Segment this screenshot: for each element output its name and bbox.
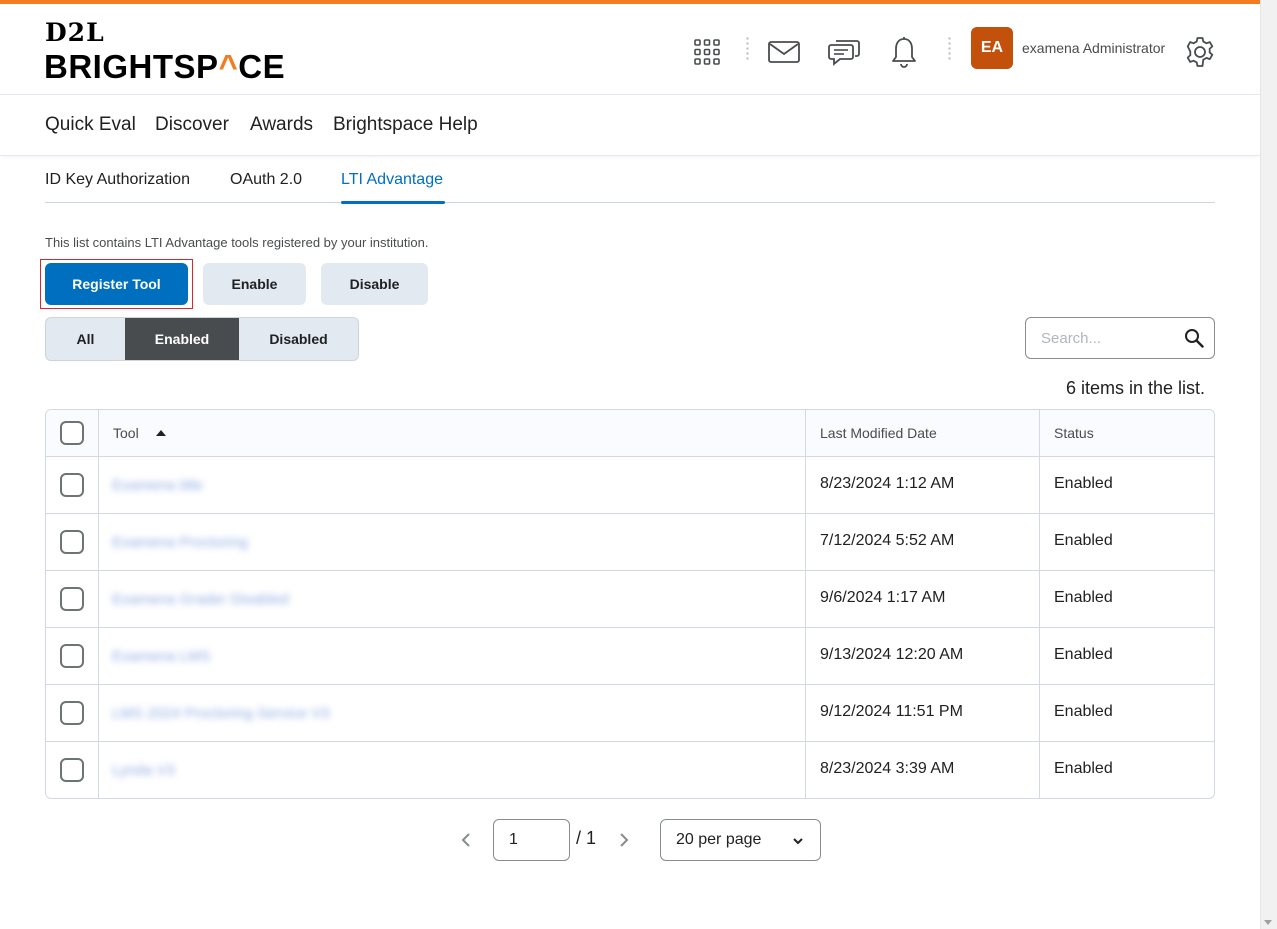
status-value: Enabled bbox=[1054, 589, 1113, 606]
column-header-status[interactable]: Status bbox=[1054, 425, 1094, 441]
item-count: 6 items in the list. bbox=[1065, 378, 1205, 398]
row-checkbox[interactable] bbox=[60, 644, 84, 668]
tab-lti-advantage[interactable]: LTI Advantage bbox=[341, 171, 445, 204]
mail-icon[interactable] bbox=[764, 32, 804, 72]
last-modified-date: 9/13/2024 12:20 AM bbox=[820, 646, 964, 663]
column-header-last-modified[interactable]: Last Modified Date bbox=[820, 425, 937, 441]
search-input[interactable]: Search... bbox=[1025, 317, 1215, 359]
logo-text-right: CE bbox=[238, 48, 286, 85]
user-name[interactable]: examena Administrator bbox=[1022, 40, 1165, 56]
row-checkbox[interactable] bbox=[60, 530, 84, 554]
header-separator bbox=[746, 36, 749, 62]
previous-page-icon[interactable] bbox=[460, 832, 472, 853]
register-tool-button[interactable]: Register Tool bbox=[45, 263, 188, 305]
logo-d2l[interactable]: D2L bbox=[45, 18, 105, 47]
tools-table: Tool Last Modified Date Status Examena t… bbox=[45, 409, 1215, 799]
select-all-checkbox[interactable] bbox=[60, 421, 84, 445]
search-icon[interactable] bbox=[1184, 328, 1204, 353]
tab-list: ID Key Authorization OAuth 2.0 LTI Advan… bbox=[45, 156, 1215, 204]
column-divider bbox=[805, 410, 806, 798]
column-divider bbox=[1039, 410, 1040, 798]
tab-id-key-authorization[interactable]: ID Key Authorization bbox=[45, 171, 190, 189]
scroll-down-arrow-icon[interactable] bbox=[1264, 920, 1272, 925]
nav-item-awards[interactable]: Awards bbox=[250, 114, 313, 136]
logo-brightspace[interactable]: BRIGHTSP^CE bbox=[44, 48, 285, 86]
tool-name-link[interactable]: Examena LMS bbox=[112, 648, 210, 665]
status-value: Enabled bbox=[1054, 475, 1113, 492]
tab-lti-advantage-label: LTI Advantage bbox=[341, 171, 443, 188]
apps-grid-icon[interactable] bbox=[687, 32, 727, 72]
logo-text-left: BRIGHTSP bbox=[44, 48, 219, 85]
sort-ascending-icon[interactable] bbox=[156, 430, 166, 436]
bell-icon[interactable] bbox=[884, 32, 924, 72]
status-value: Enabled bbox=[1054, 532, 1113, 549]
tool-name-link[interactable]: Examena Grader Disabled bbox=[112, 591, 289, 608]
row-checkbox[interactable] bbox=[60, 701, 84, 725]
main-navigation: Quick Eval Discover Awards Brightspace H… bbox=[0, 96, 1260, 156]
nav-item-quick-eval[interactable]: Quick Eval bbox=[45, 114, 136, 136]
nav-item-discover[interactable]: Discover bbox=[155, 114, 229, 136]
status-filter: All Enabled Disabled bbox=[45, 317, 359, 361]
page-total: / 1 bbox=[576, 828, 597, 848]
logo-mark: ^ bbox=[218, 48, 239, 85]
header-separator bbox=[948, 36, 951, 62]
filter-all[interactable]: All bbox=[46, 318, 125, 360]
filter-enabled[interactable]: Enabled bbox=[125, 318, 239, 360]
nav-item-brightspace-help[interactable]: Brightspace Help bbox=[333, 114, 478, 136]
chat-icon[interactable] bbox=[824, 32, 864, 72]
row-checkbox[interactable] bbox=[60, 473, 84, 497]
status-value: Enabled bbox=[1054, 760, 1113, 777]
next-page-icon[interactable] bbox=[618, 832, 630, 853]
status-value: Enabled bbox=[1054, 703, 1113, 720]
per-page-select[interactable]: 20 per page bbox=[660, 819, 821, 861]
row-checkbox[interactable] bbox=[60, 587, 84, 611]
tab-oauth-2[interactable]: OAuth 2.0 bbox=[230, 171, 302, 189]
column-header-tool[interactable]: Tool bbox=[113, 425, 139, 441]
page-description: This list contains LTI Advantage tools r… bbox=[45, 235, 429, 250]
last-modified-date: 7/12/2024 5:52 AM bbox=[820, 532, 955, 549]
tool-name-link[interactable]: Examena Proctoring bbox=[112, 534, 248, 551]
column-divider bbox=[98, 410, 99, 798]
active-tab-indicator bbox=[341, 201, 445, 204]
last-modified-date: 9/12/2024 11:51 PM bbox=[820, 703, 963, 720]
avatar[interactable]: EA bbox=[971, 27, 1013, 69]
enable-button[interactable]: Enable bbox=[203, 263, 306, 305]
search-placeholder: Search... bbox=[1041, 330, 1102, 347]
status-value: Enabled bbox=[1054, 646, 1113, 663]
tool-name-link[interactable]: LMS 2024 Proctoring Service V3 bbox=[112, 705, 330, 722]
disable-button[interactable]: Disable bbox=[321, 263, 428, 305]
chevron-down-icon bbox=[792, 834, 804, 852]
header: D2L BRIGHTSP^CE EA examena Administrator bbox=[0, 4, 1260, 95]
filter-disabled[interactable]: Disabled bbox=[239, 318, 358, 360]
gear-icon[interactable] bbox=[1180, 32, 1220, 72]
last-modified-date: 8/23/2024 1:12 AM bbox=[820, 475, 955, 492]
row-checkbox[interactable] bbox=[60, 758, 84, 782]
page-number-input[interactable]: 1 bbox=[493, 819, 570, 861]
tool-name-link[interactable]: Examena title bbox=[112, 477, 203, 494]
vertical-scrollbar[interactable] bbox=[1260, 0, 1277, 929]
tool-name-link[interactable]: Lynda V3 bbox=[112, 762, 175, 779]
last-modified-date: 8/23/2024 3:39 AM bbox=[820, 760, 955, 777]
last-modified-date: 9/6/2024 1:17 AM bbox=[820, 589, 946, 606]
per-page-value: 20 per page bbox=[676, 831, 762, 848]
